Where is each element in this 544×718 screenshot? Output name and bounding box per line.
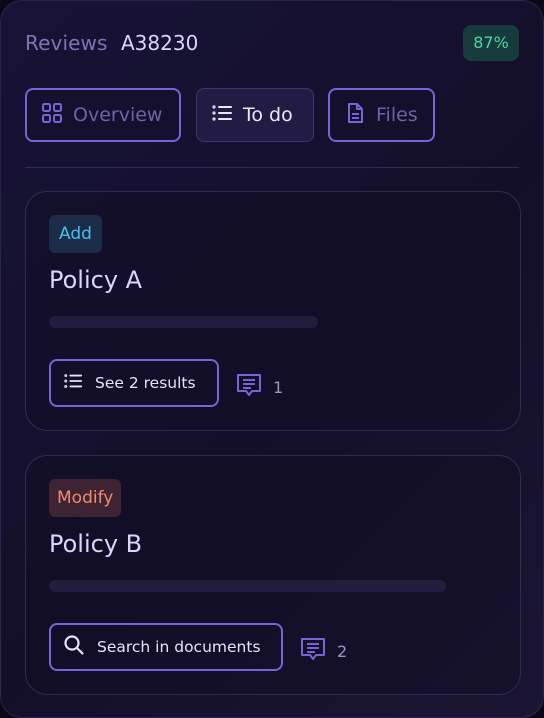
tab-files-label: Files [376,104,418,126]
tab-overview-label: Overview [73,104,163,126]
see-results-button[interactable]: See 2 results [49,359,219,407]
tab-overview[interactable]: Overview [25,88,181,142]
reviews-panel: Reviews A38230 87% Overview To do Files … [0,0,544,718]
card-title: Policy B [49,530,143,558]
card-title: Policy A [49,266,143,294]
review-id: A38230 [121,31,199,55]
list-icon [211,102,233,129]
tab-files[interactable]: Files [328,88,435,142]
policy-card: Add Policy A See 2 results 1 [25,191,521,431]
loading-placeholder-bar [49,316,318,328]
tab-todo[interactable]: To do [196,88,314,142]
header: Reviews A38230 87% [25,25,519,61]
status-tag-modify: Modify [49,479,122,517]
progress-percentage-badge: 87% [463,25,519,61]
grid-icon [41,102,63,129]
comment-count: 1 [273,377,284,397]
loading-placeholder-bar [49,580,446,592]
comment-icon [235,371,263,403]
comment-count: 2 [337,641,348,661]
list-icon [63,371,83,395]
policy-card: Modify Policy B Search in documents 2 [25,455,521,695]
header-prefix: Reviews [25,31,108,55]
search-documents-button[interactable]: Search in documents [49,623,283,671]
see-results-label: See 2 results [95,374,196,392]
comment-icon [299,635,327,667]
comments-button[interactable]: 2 [299,635,347,667]
tab-todo-label: To do [243,104,293,126]
divider [25,167,519,168]
search-icon [63,634,85,660]
search-documents-label: Search in documents [97,638,261,656]
status-tag-add: Add [49,215,102,253]
document-icon [344,102,366,129]
comments-button[interactable]: 1 [235,371,283,403]
